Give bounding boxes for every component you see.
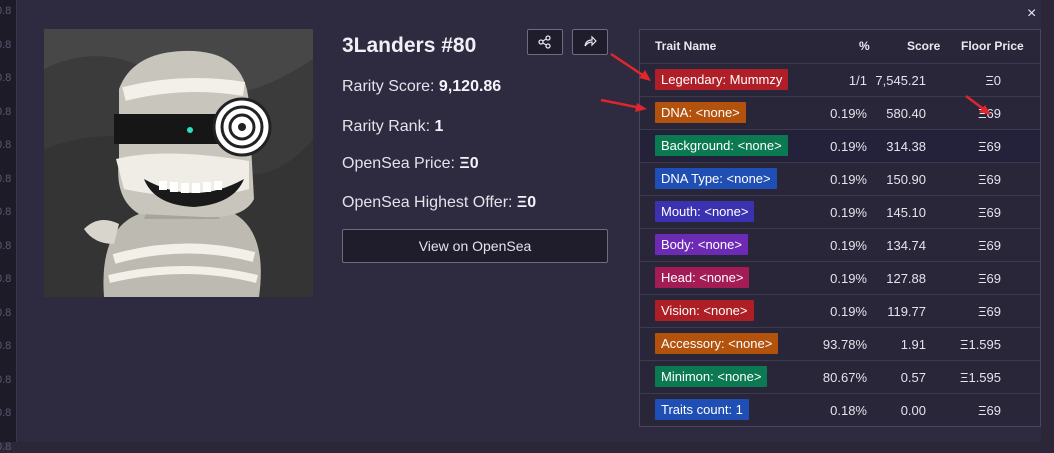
trait-percent: 0.18% [830, 403, 867, 418]
trait-table-header: Trait Name % Score Floor Price [640, 30, 1040, 63]
rarity-score: Rarity Score: 9,120.86 [342, 78, 502, 95]
header-score: Score [907, 39, 941, 53]
annotation-arrow [965, 95, 991, 115]
axis-tick-label: 0.8 [0, 440, 12, 453]
nft-title: 3Landers #80 [342, 34, 477, 57]
trait-row[interactable]: Background: <none> 0.19% 314.38 Ξ69 [640, 129, 1040, 163]
trait-badge[interactable]: Minimon: <none> [655, 366, 768, 387]
trait-badge[interactable]: DNA: <none> [655, 102, 746, 123]
axis-tick-label: 0.8 [0, 72, 12, 84]
header-trait-name: Trait Name [655, 39, 717, 53]
trait-badge[interactable]: Background: <none> [655, 135, 788, 156]
trait-badge[interactable]: Mouth: <none> [655, 201, 755, 222]
trait-percent: 80.67% [822, 370, 867, 385]
trait-score: 1.91 [900, 337, 926, 352]
trait-badge[interactable]: Vision: <none> [655, 300, 754, 321]
view-on-opensea-button[interactable]: View on OpenSea [342, 229, 608, 263]
trait-row[interactable]: DNA Type: <none> 0.19% 150.90 Ξ69 [640, 162, 1040, 196]
trait-score: 119.77 [887, 304, 926, 319]
background-axis: 0.8 0.8 0.8 0.8 0.8 0.8 0.8 0.8 0.8 0.8 0.8 0.8 0.8 0… [0, 0, 16, 453]
axis-tick-label: 0.8 [0, 5, 12, 17]
trait-badge[interactable]: Legendary: Mummzy [655, 69, 789, 90]
trait-row[interactable]: Vision: <none> 0.19% 119.77 Ξ69 [640, 294, 1040, 328]
trait-badge[interactable]: Head: <none> [655, 267, 750, 288]
axis-tick-label: 0.8 [0, 273, 12, 285]
trait-percent: 0.19% [830, 139, 867, 154]
rarity-rank: Rarity Rank: 1 [342, 118, 444, 135]
header-percent: % [859, 39, 870, 53]
trait-floor-price: Ξ69 [978, 403, 1001, 418]
nft-image [44, 29, 313, 297]
trait-row[interactable]: Body: <none> 0.19% 134.74 Ξ69 [640, 228, 1040, 262]
trait-score: 7,545.21 [875, 73, 926, 88]
trait-floor-price: Ξ69 [978, 271, 1001, 286]
trait-score: 314.38 [886, 139, 926, 154]
trait-modal: × 3Landers #80 Rarity Score: 9,120.86 Ra… [16, 0, 1041, 442]
close-icon[interactable]: × [1027, 3, 1041, 25]
share-button[interactable] [527, 29, 563, 55]
trait-row[interactable]: Minimon: <none> 80.67% 0.57 Ξ1.595 [640, 360, 1040, 394]
trait-badge[interactable]: DNA Type: <none> [655, 168, 777, 189]
trait-row[interactable]: Mouth: <none> 0.19% 145.10 Ξ69 [640, 195, 1040, 229]
axis-tick-label: 0.8 [0, 139, 12, 151]
trait-score: 150.90 [886, 172, 926, 187]
trait-floor-price: Ξ69 [978, 139, 1001, 154]
forward-button[interactable] [572, 29, 608, 55]
trait-row[interactable]: Traits count: 1 0.18% 0.00 Ξ69 [640, 393, 1040, 427]
forward-icon [584, 35, 597, 47]
trait-percent: 0.19% [830, 304, 867, 319]
trait-row[interactable]: Accessory: <none> 93.78% 1.91 Ξ1.595 [640, 327, 1040, 361]
header-floor-price: Floor Price [961, 39, 1024, 53]
trait-floor-price: Ξ69 [978, 304, 1001, 319]
trait-percent: 0.19% [830, 205, 867, 220]
axis-tick-label: 0.8 [0, 407, 12, 419]
trait-percent: 0.19% [830, 271, 867, 286]
trait-score: 0.00 [900, 403, 926, 418]
trait-percent: 93.78% [822, 337, 867, 352]
trait-percent: 1/1 [848, 73, 867, 88]
trait-score: 134.74 [886, 238, 926, 253]
trait-percent: 0.19% [830, 172, 867, 187]
axis-tick-label: 0.8 [0, 172, 12, 185]
trait-floor-price: Ξ69 [978, 172, 1001, 187]
trait-percent: 0.19% [830, 106, 867, 121]
trait-score: 580.40 [886, 106, 926, 121]
trait-badge[interactable]: Body: <none> [655, 234, 748, 255]
trait-floor-price: Ξ69 [978, 205, 1001, 220]
trait-floor-price: Ξ1.595 [960, 337, 1001, 352]
trait-row[interactable]: Head: <none> 0.19% 127.88 Ξ69 [640, 261, 1040, 295]
opensea-price: OpenSea Price: Ξ0 [342, 155, 479, 172]
trait-score: 145.10 [886, 205, 926, 220]
axis-tick-label: 0.8 [0, 38, 12, 51]
axis-tick-label: 0.8 [0, 373, 12, 386]
share-icon [538, 35, 551, 49]
trait-table: Trait Name % Score Floor Price Legendary… [639, 29, 1041, 427]
opensea-highest-offer: OpenSea Highest Offer: Ξ0 [342, 194, 537, 211]
trait-floor-price: Ξ1.595 [960, 370, 1001, 385]
trait-badge[interactable]: Traits count: 1 [655, 399, 749, 420]
trait-floor-price: Ξ69 [978, 238, 1001, 253]
trait-floor-price: Ξ0 [985, 73, 1001, 88]
trait-score: 127.88 [886, 271, 926, 286]
axis-tick-label: 0.8 [0, 206, 12, 218]
trait-badge[interactable]: Accessory: <none> [655, 333, 779, 354]
trait-percent: 0.19% [830, 238, 867, 253]
axis-tick-label: 0.8 [0, 340, 12, 352]
axis-tick-label: 0.8 [0, 105, 12, 118]
axis-tick-label: 0.8 [0, 239, 12, 252]
axis-tick-label: 0.8 [0, 306, 12, 319]
annotation-arrow [610, 52, 651, 81]
annotation-arrow [600, 98, 647, 112]
trait-score: 0.57 [900, 370, 926, 385]
